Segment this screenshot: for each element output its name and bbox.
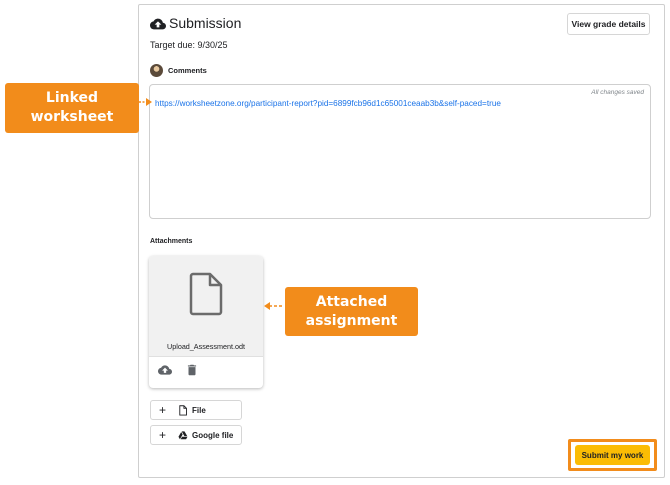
avatar [150,64,163,77]
attachment-card[interactable]: Upload_Assessment.odt [149,256,263,388]
document-icon [189,272,223,316]
callout-line: Attached [315,293,388,310]
due-date: Target due: 9/30/25 [150,40,228,50]
google-drive-icon [178,431,188,440]
view-grade-details-button[interactable]: View grade details [567,13,650,35]
cloud-upload-icon[interactable] [157,363,173,377]
trash-icon[interactable] [184,363,200,377]
add-google-file-label: Google file [192,431,234,440]
plus-icon: + [159,403,167,417]
arrow-left-icon [264,302,284,310]
page-title: Submission [169,15,242,31]
comments-label: Comments [168,66,207,75]
callout-line: assignment [305,312,398,329]
comment-textarea[interactable]: All changes saved https://worksheetzone.… [149,84,651,219]
card-divider [149,356,263,357]
document-icon [179,405,187,416]
file-preview[interactable]: Upload_Assessment.odt [149,256,263,356]
save-status: All changes saved [591,89,644,96]
plus-icon: + [159,428,167,442]
attached-assignment-callout: Attached assignment [285,287,418,336]
add-file-label: File [192,406,206,415]
arrow-right-icon [139,98,152,106]
callout-line: worksheet [30,109,114,125]
attachment-file-name: Upload_Assessment.odt [167,342,245,351]
submit-my-work-button[interactable]: Submit my work [575,445,650,465]
attachments-label: Attachments [150,238,193,245]
cloud-upload-icon [150,18,166,30]
linked-worksheet-callout: Linked worksheet [5,83,139,133]
add-google-file-button[interactable]: + Google file [150,425,242,445]
worksheet-link[interactable]: https://worksheetzone.org/participant-re… [155,99,501,108]
add-file-button[interactable]: + File [150,400,242,420]
callout-line: Linked [45,90,99,106]
